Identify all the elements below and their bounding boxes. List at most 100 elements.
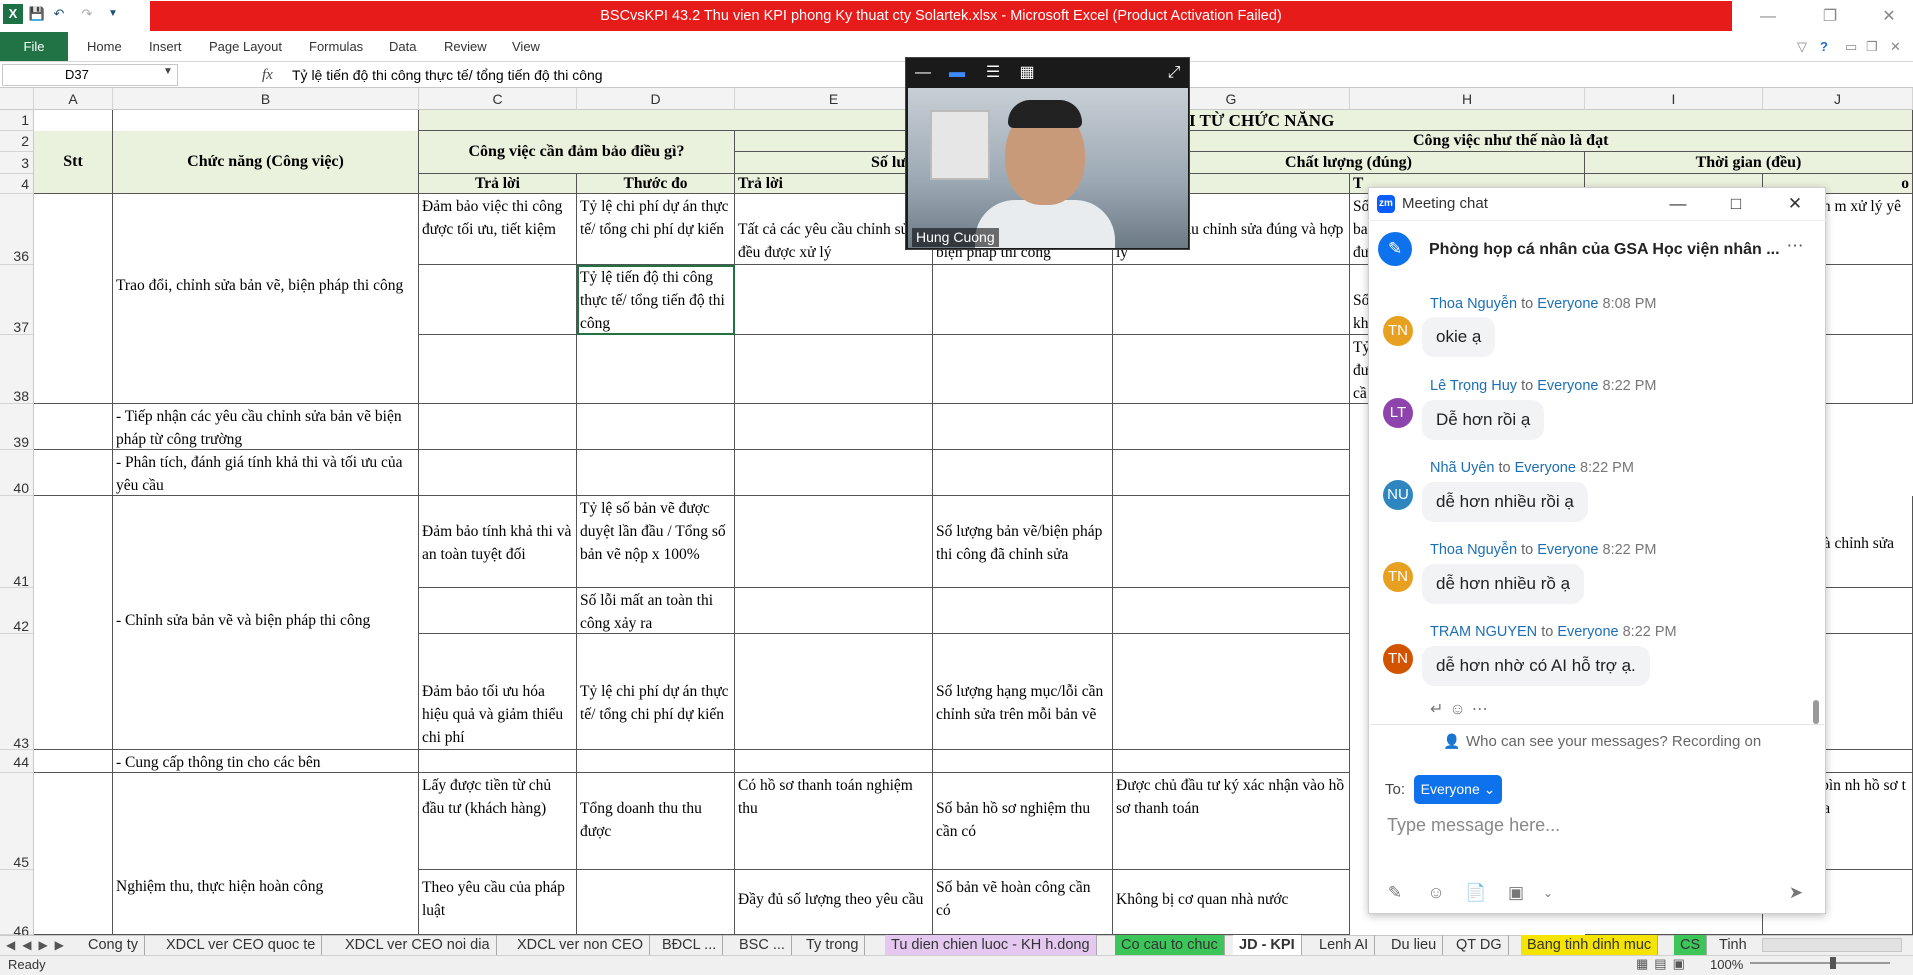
message-bubble[interactable]: dễ hơn nhiều rồi ạ: [1422, 482, 1588, 522]
tab-file[interactable]: File: [0, 32, 68, 61]
cell-e46[interactable]: Đầy đủ số lượng theo yêu cầu: [735, 870, 933, 935]
more-tools-chevron-icon[interactable]: ⌄: [1536, 882, 1560, 904]
tab-data[interactable]: Data: [389, 32, 416, 61]
cell-d38[interactable]: [577, 335, 735, 404]
cell-c38[interactable]: [419, 335, 577, 404]
select-all-corner[interactable]: [0, 88, 34, 110]
row-header[interactable]: 39: [0, 404, 34, 450]
sheet-tab[interactable]: Co cau to chuc: [1115, 935, 1225, 955]
cell-b45[interactable]: Nghiệm thu, thực hiện hoàn công: [113, 773, 419, 935]
sheet-tab[interactable]: QT DG: [1450, 935, 1509, 955]
cell-c36[interactable]: Đảm bảo việc thi công được tối ưu, tiết …: [419, 194, 577, 265]
cell-e38[interactable]: [735, 335, 933, 404]
cell-e43[interactable]: [735, 634, 933, 750]
header-tra-loi[interactable]: Trả lời: [419, 174, 577, 194]
cell-e36[interactable]: Tất cả các yêu cầu chỉnh sửa đều được xử…: [735, 194, 933, 265]
sheet-tab[interactable]: Du lieu: [1385, 935, 1444, 955]
cell-c39[interactable]: [419, 404, 577, 450]
sheet-tab[interactable]: Tu dien chien luoc - KH h.dong: [885, 935, 1097, 955]
message-bubble[interactable]: okie ạ: [1422, 317, 1496, 357]
cell-g42[interactable]: [1113, 588, 1350, 634]
horizontal-scrollbar[interactable]: [1762, 938, 1902, 952]
sheet-tab[interactable]: XDCL ver non CEO: [511, 935, 650, 955]
cell-f44[interactable]: [933, 750, 1113, 773]
room-edit-icon[interactable]: ✎: [1378, 232, 1412, 266]
sheet-tab[interactable]: BĐCL ...: [656, 935, 724, 955]
reply-icon[interactable]: ↵: [1430, 701, 1449, 718]
tab-formulas[interactable]: Formulas: [309, 32, 363, 61]
cell-f45[interactable]: Số bản hồ sơ nghiệm thu cần có: [933, 773, 1113, 870]
cell-f38[interactable]: [933, 335, 1113, 404]
row-header[interactable]: 38: [0, 335, 34, 404]
cell-d42[interactable]: Số lỗi mất an toàn thi công xảy ra: [577, 588, 735, 634]
row-header[interactable]: 42: [0, 588, 34, 634]
cell-b1[interactable]: [113, 110, 419, 131]
cell-c40[interactable]: [419, 450, 577, 496]
tab-page-layout[interactable]: Page Layout: [209, 32, 282, 61]
sheet-tab[interactable]: Lenh AI: [1313, 935, 1376, 955]
row-header[interactable]: 2: [0, 131, 34, 152]
ribbon-collapse-icon[interactable]: ▽: [1797, 32, 1807, 61]
cell-f46[interactable]: Số bản vẽ hoàn công cần có: [933, 870, 1113, 935]
ribbon-restore-icon[interactable]: ❐: [1866, 32, 1878, 61]
cell-d37-selected[interactable]: Tỷ lệ tiến độ thi công thực tế/ tổng tiế…: [577, 265, 735, 335]
cell-f37[interactable]: [933, 265, 1113, 335]
more-actions-icon[interactable]: ⋯: [1472, 701, 1494, 718]
cell-a40[interactable]: [34, 450, 113, 496]
zoom-slider[interactable]: [1750, 962, 1890, 964]
strip-view-icon[interactable]: ☰: [982, 62, 1004, 84]
cell-a41[interactable]: [34, 496, 113, 750]
cell-b36[interactable]: Trao đổi, chỉnh sửa bản vẽ, biện pháp th…: [113, 194, 419, 404]
cell-g46[interactable]: Không bị cơ quan nhà nước: [1113, 870, 1350, 935]
ribbon-minimize-icon[interactable]: ▭: [1845, 32, 1857, 61]
column-header[interactable]: H: [1350, 88, 1585, 110]
row-header[interactable]: 37: [0, 265, 34, 335]
help-icon[interactable]: ?: [1820, 32, 1828, 61]
row-header[interactable]: 41: [0, 496, 34, 589]
message-bubble[interactable]: dễ hơn nhờ có AI hỗ trợ ạ.: [1422, 646, 1650, 686]
close-icon[interactable]: ✕: [1874, 6, 1904, 28]
expand-icon[interactable]: ⤢: [1163, 62, 1185, 84]
cell-d41[interactable]: Tỷ lệ số bản vẽ được duyệt lần đầu / Tổn…: [577, 496, 735, 588]
cell-d43[interactable]: Tỷ lệ chi phí dự án thực tế/ tổng chi ph…: [577, 634, 735, 750]
cell-g43[interactable]: [1113, 634, 1350, 750]
tab-view[interactable]: View: [512, 32, 540, 61]
recipient-dropdown[interactable]: Everyone ⌄: [1414, 775, 1502, 804]
cell-h37[interactable]: Số kh: [1350, 265, 1370, 335]
column-header[interactable]: J: [1763, 88, 1913, 110]
room-name[interactable]: Phòng họp cá nhân của GSA Học viện nhân …: [1429, 239, 1785, 261]
header-stt[interactable]: Stt: [34, 131, 113, 194]
cell-a39[interactable]: [34, 404, 113, 450]
minimize-video-icon[interactable]: —: [912, 62, 934, 84]
sheet-tab[interactable]: Cong ty: [82, 935, 145, 955]
cell-g41[interactable]: [1113, 496, 1350, 588]
cell-e42[interactable]: [735, 588, 933, 634]
cell-a1[interactable]: [34, 110, 113, 131]
minimize-icon[interactable]: —: [1753, 6, 1783, 28]
cell-c45[interactable]: Lấy được tiền từ chủ đầu tư (khách hàng): [419, 773, 577, 870]
cell-c37[interactable]: [419, 265, 577, 335]
column-header[interactable]: A: [34, 88, 113, 110]
cell-e41[interactable]: [735, 496, 933, 588]
cell-d45[interactable]: Tổng doanh thu thu được: [577, 773, 735, 870]
send-icon[interactable]: ➤: [1784, 882, 1808, 904]
cell-d40[interactable]: [577, 450, 735, 496]
cell-c42[interactable]: [419, 588, 577, 634]
tab-insert[interactable]: Insert: [149, 32, 182, 61]
cell-e44[interactable]: [735, 750, 933, 773]
sheet-tab[interactable]: Tinh: [1713, 935, 1753, 955]
cell-d44[interactable]: [577, 750, 735, 773]
cell-f43[interactable]: Số lượng hạng mục/lỗi cần chỉnh sửa trên…: [933, 634, 1113, 750]
redo-icon[interactable]: ↷: [78, 5, 96, 23]
undo-icon[interactable]: ↶: [50, 5, 68, 23]
cell-e45[interactable]: Có hồ sơ thanh toán nghiệm thu: [735, 773, 933, 870]
view-mode-icons[interactable]: ▦▤▣: [1636, 956, 1691, 972]
formula-content[interactable]: Tỷ lệ tiến độ thi công thực tế/ tổng tiế…: [292, 64, 603, 86]
row-header[interactable]: 43: [0, 634, 34, 751]
cell-b42[interactable]: - Chỉnh sửa bản vẽ và biện pháp thi công: [113, 496, 419, 750]
message-bubble[interactable]: Dễ hơn rồi ạ: [1422, 400, 1545, 440]
sheet-tab[interactable]: XDCL ver CEO quoc te: [160, 935, 323, 955]
chat-close-icon[interactable]: ✕: [1783, 193, 1807, 215]
row-header[interactable]: 45: [0, 773, 34, 870]
column-header[interactable]: D: [577, 88, 735, 110]
